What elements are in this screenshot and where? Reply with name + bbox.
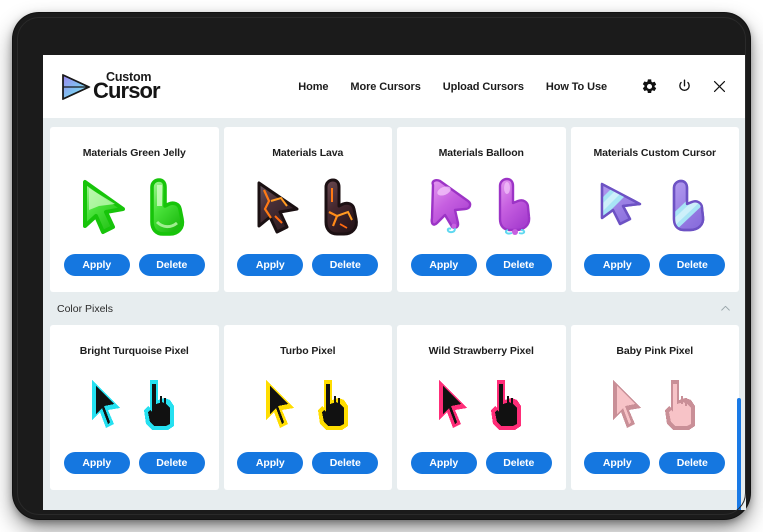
color-pixels-card-grid: Bright Turquoise Pixel Apply Delete Turb… [43, 325, 746, 490]
delete-button[interactable]: Delete [659, 452, 726, 474]
close-button[interactable] [711, 78, 728, 95]
arrow-cursor-icon [612, 379, 641, 428]
section-header-color-pixels[interactable]: Color Pixels [43, 292, 746, 325]
cursor-card-turbo-pixel[interactable]: Turbo Pixel Apply Delete [223, 325, 393, 490]
cursor-card-materials-lava[interactable]: Materials Lava Apply Delete [223, 127, 393, 292]
materials-card-grid: Materials Green Jelly Apply Delete Mater… [43, 127, 746, 292]
power-icon [679, 79, 690, 91]
pointing-hand-cursor-icon [324, 178, 358, 235]
cursor-card-materials-green-jelly[interactable]: Materials Green Jelly Apply Delete [50, 127, 219, 292]
section-title: Color Pixels [57, 302, 114, 315]
card-title: Wild Strawberry Pixel [428, 345, 534, 357]
arrow-cursor-icon [430, 178, 472, 233]
arrow-cursor-icon [265, 379, 294, 428]
apply-button[interactable]: Apply [237, 452, 304, 474]
cursor-card-wild-strawberry-pixel[interactable]: Wild Strawberry Pixel Apply Delete [397, 325, 566, 490]
nav-link-upload-cursors[interactable]: Upload Cursors [443, 81, 524, 93]
arrow-cursor-icon [600, 182, 641, 225]
scrollbar-thumb[interactable] [737, 398, 741, 510]
nav-link-how-to-use[interactable]: How To Use [546, 81, 607, 93]
card-title: Materials Balloon [438, 147, 524, 159]
card-actions: Apply Delete [63, 452, 205, 490]
nav-link-more-cursors[interactable]: More Cursors [350, 81, 420, 93]
cursor-card-bright-turquoise-pixel[interactable]: Bright Turquoise Pixel Apply Delete [50, 325, 219, 490]
cursor-preview-green-jelly [50, 159, 219, 254]
apply-button[interactable]: Apply [237, 254, 304, 276]
delete-button[interactable]: Delete [485, 452, 552, 474]
delete-button[interactable]: Delete [312, 452, 379, 474]
cursor-preview-wild-strawberry-pixel [397, 357, 566, 452]
delete-button[interactable]: Delete [659, 254, 726, 276]
pointing-hand-cursor-icon [144, 379, 175, 430]
brand-logo[interactable]: Custom Cursor [59, 71, 161, 104]
brand-wordmark: Custom Cursor [93, 71, 161, 104]
pointing-hand-cursor-icon [664, 379, 695, 430]
apply-button[interactable]: Apply [584, 452, 651, 474]
cursor-preview-bright-turquoise-pixel [50, 357, 219, 452]
card-title: Materials Custom Cursor [593, 147, 717, 159]
cursor-arrow-logo-icon [62, 73, 91, 100]
cursor-card-materials-custom-cursor[interactable]: Materials Custom Cursor Apply Delete [570, 127, 740, 292]
nav-link-home[interactable]: Home [298, 81, 328, 93]
cursor-card-materials-balloon[interactable]: Materials Balloon Apply Delete [397, 127, 566, 292]
app-header: Custom Cursor Home More Cursors Upload C… [43, 55, 746, 118]
cursor-preview-baby-pink-pixel [571, 357, 740, 452]
card-actions: Apply Delete [237, 254, 379, 292]
device-frame: Custom Cursor Home More Cursors Upload C… [13, 13, 750, 519]
cursor-preview-lava [224, 159, 393, 254]
card-title: Turbo Pixel [280, 345, 336, 357]
cursor-preview-balloon [397, 159, 566, 254]
pointing-hand-cursor-icon [499, 177, 531, 235]
header-actions [641, 78, 728, 95]
pointing-hand-cursor-icon [491, 379, 522, 430]
card-title: Materials Lava [272, 147, 344, 159]
pointing-hand-cursor-icon [672, 179, 705, 231]
arrow-cursor-icon [257, 181, 299, 233]
pointing-hand-cursor-icon [317, 379, 348, 430]
card-actions: Apply Delete [584, 254, 726, 292]
cursor-preview-custom-cursor [571, 159, 740, 254]
apply-button[interactable]: Apply [63, 254, 130, 276]
arrow-cursor-icon [92, 379, 121, 428]
arrow-cursor-icon [439, 379, 468, 428]
arrow-cursor-icon [83, 179, 126, 234]
apply-button[interactable]: Apply [410, 452, 477, 474]
cursor-card-baby-pink-pixel[interactable]: Baby Pink Pixel Apply Delete [570, 325, 740, 490]
card-actions: Apply Delete [63, 254, 205, 292]
app-screen: Custom Cursor Home More Cursors Upload C… [43, 55, 746, 510]
card-title: Materials Green Jelly [82, 147, 186, 159]
card-actions: Apply Delete [410, 254, 552, 292]
settings-button[interactable] [641, 78, 658, 95]
delete-button[interactable]: Delete [138, 452, 205, 474]
delete-button[interactable]: Delete [138, 254, 205, 276]
power-button[interactable] [676, 78, 693, 95]
brand-line-cursor: Cursor [93, 78, 161, 104]
card-actions: Apply Delete [237, 452, 379, 490]
pointing-hand-cursor-icon [150, 177, 185, 236]
close-icon [713, 80, 726, 93]
chevron-up-icon[interactable] [719, 302, 732, 315]
card-title: Bright Turquoise Pixel [79, 345, 189, 357]
card-title: Baby Pink Pixel [616, 345, 694, 357]
content-scroll-area[interactable]: Materials Green Jelly Apply Delete Mater… [43, 118, 746, 510]
delete-button[interactable]: Delete [312, 254, 379, 276]
apply-button[interactable]: Apply [63, 452, 130, 474]
scrollbar-track[interactable] [735, 118, 743, 510]
delete-button[interactable]: Delete [485, 254, 552, 276]
gear-icon [642, 79, 657, 94]
card-actions: Apply Delete [584, 452, 726, 490]
apply-button[interactable]: Apply [584, 254, 651, 276]
cursor-preview-turbo-pixel [224, 357, 393, 452]
apply-button[interactable]: Apply [410, 254, 477, 276]
card-actions: Apply Delete [410, 452, 552, 490]
main-navigation: Home More Cursors Upload Cursors How To … [298, 78, 728, 95]
